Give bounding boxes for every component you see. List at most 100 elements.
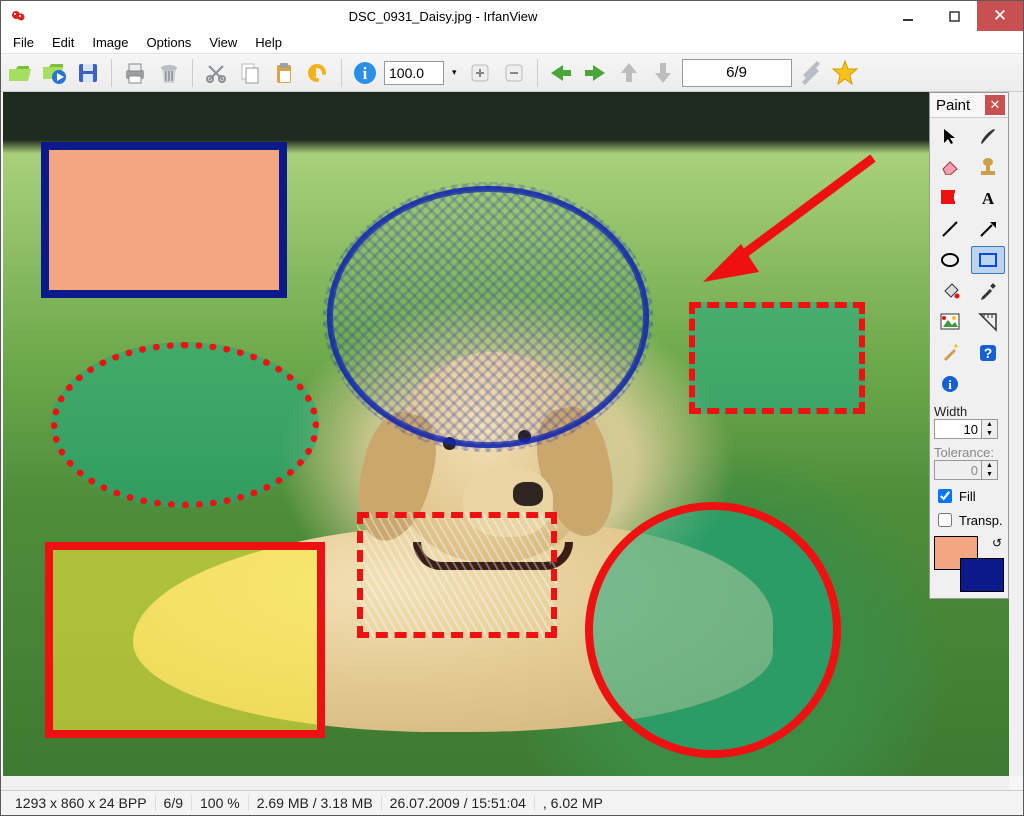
tool-about[interactable]: i [933,370,968,398]
tool-brush[interactable] [971,122,1006,150]
folder-open-icon [7,62,33,84]
menu-bar: File Edit Image Options View Help [1,31,1023,54]
image-canvas[interactable] [3,92,1009,776]
tool-fill[interactable] [933,277,968,305]
vertical-scrollbar[interactable] [1009,92,1023,776]
prev-image-button[interactable] [546,58,576,88]
menu-options[interactable]: Options [139,33,200,52]
menu-edit[interactable]: Edit [44,33,82,52]
toolbar: i ▾ 6/9 [1,54,1023,92]
svg-text:i: i [363,64,368,83]
tool-image[interactable] [933,308,968,336]
bucket-icon [940,281,960,301]
zoom-in-button[interactable] [465,58,495,88]
arrow-down-icon [653,61,673,85]
zoom-dropdown[interactable]: ▾ [448,67,461,78]
menu-image[interactable]: Image [84,33,136,52]
tool-rectangle[interactable] [971,246,1006,274]
swap-colors[interactable]: ↺ [992,536,1002,550]
slideshow-button[interactable] [39,58,69,88]
paint-title: Paint [936,97,970,114]
overlay-rect-yellow [45,542,325,738]
next-page-button[interactable] [648,58,678,88]
cut-button[interactable] [201,58,231,88]
zoom-input[interactable] [384,61,444,85]
tool-picker[interactable] [971,277,1006,305]
tool-arrow[interactable] [971,215,1006,243]
fill-checkbox[interactable] [938,489,952,503]
status-dimensions: 1293 x 860 x 24 BPP [7,795,156,811]
overlay-ellipse-hatch [323,182,653,452]
eyedropper-icon [978,281,998,301]
horizontal-scrollbar[interactable] [1,776,1009,790]
print-button[interactable] [120,58,150,88]
paint-panel: Paint ✕ A ? i [929,92,1009,599]
width-stepper[interactable]: ▲▼ [982,419,998,439]
transp-checkbox[interactable] [938,513,952,527]
info-button[interactable]: i [350,58,380,88]
svg-text:A: A [982,189,995,207]
save-button[interactable] [73,58,103,88]
scissors-icon [205,62,227,84]
title-bar: DSC_0931_Daisy.jpg - IrfanView ✕ [1,1,1023,31]
tool-eraser[interactable] [933,153,968,181]
background-color[interactable] [960,558,1004,592]
tool-clone[interactable] [971,153,1006,181]
fill-checkbox-row[interactable]: Fill [930,484,1008,508]
page-indicator[interactable]: 6/9 [682,59,792,87]
favorite-button[interactable] [830,58,860,88]
line-icon [940,219,960,239]
maximize-button[interactable] [931,1,977,31]
tool-help[interactable]: ? [971,339,1006,367]
copy-button[interactable] [235,58,265,88]
tools-icon [798,60,824,86]
status-datetime: 26.07.2009 / 15:51:04 [382,795,535,811]
status-filesize: 2.69 MB / 3.18 MB [249,795,382,811]
eraser-icon [940,159,960,175]
stamp-icon [979,157,997,177]
help-icon: ? [978,343,998,363]
tool-pointer[interactable] [933,122,968,150]
transp-checkbox-row[interactable]: Transp. [930,508,1008,532]
delete-button[interactable] [154,58,184,88]
status-zoom: 100 % [192,795,249,811]
floppy-icon [76,61,100,85]
ellipse-icon [940,251,960,269]
overlay-circle-green [585,502,841,758]
brush-icon [978,126,998,146]
tool-rotate[interactable] [933,184,968,212]
tool-text[interactable]: A [971,184,1006,212]
paint-close-button[interactable]: ✕ [985,95,1005,115]
undo-icon [306,62,330,84]
tool-line[interactable] [933,215,968,243]
tool-measure[interactable] [971,308,1006,336]
arrow-right-icon [583,63,607,83]
arrow-diag-icon [978,219,998,239]
window-controls: ✕ [885,1,1023,31]
clipboard-icon [273,61,295,85]
next-image-button[interactable] [580,58,610,88]
status-page: 6/9 [156,795,192,811]
tool-ellipse[interactable] [933,246,968,274]
tolerance-label: Tolerance: [934,445,1004,460]
tolerance-field: Tolerance: ▲▼ [930,443,1008,484]
info-icon: i [352,60,378,86]
close-button[interactable]: ✕ [977,1,1023,31]
color-swatches: ↺ [934,536,1004,592]
undo-button[interactable] [303,58,333,88]
slideshow-icon [41,61,67,85]
menu-file[interactable]: File [5,33,42,52]
menu-help[interactable]: Help [247,33,290,52]
menu-view[interactable]: View [201,33,245,52]
settings-button[interactable] [796,58,826,88]
open-button[interactable] [5,58,35,88]
zoom-out-button[interactable] [499,58,529,88]
minimize-button[interactable] [885,1,931,31]
trash-icon [158,61,180,85]
paint-header[interactable]: Paint ✕ [930,93,1008,118]
paste-button[interactable] [269,58,299,88]
width-input[interactable] [934,419,982,439]
prev-page-button[interactable] [614,58,644,88]
copy-icon [239,61,261,85]
tool-sharpen[interactable] [933,339,968,367]
